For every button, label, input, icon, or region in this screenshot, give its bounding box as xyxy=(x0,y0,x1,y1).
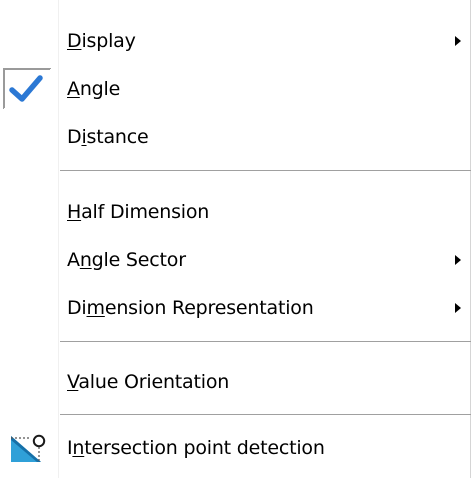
menu-item-angle-sector-label: Angle Sector xyxy=(67,249,186,271)
menu-separator xyxy=(60,170,471,171)
menu-item-half-dimension-label: Half Dimension xyxy=(67,201,210,223)
checkmark-icon xyxy=(3,68,52,110)
menu-item-intersection-point-detection[interactable]: Intersection point detection xyxy=(0,425,471,471)
menu-item-intersection-point-detection-label: Intersection point detection xyxy=(67,437,325,459)
menu-item-dimension-representation-label: Dimension Representation xyxy=(67,297,314,319)
submenu-arrow-icon xyxy=(455,36,461,46)
context-menu: Display Angle Distance Half Dimension An… xyxy=(0,0,471,478)
menu-item-dimension-representation[interactable]: Dimension Representation xyxy=(0,285,471,331)
menu-item-value-orientation[interactable]: Value Orientation xyxy=(0,359,471,405)
submenu-arrow-icon xyxy=(455,255,461,265)
menu-item-distance-label: Distance xyxy=(67,126,149,148)
intersection-point-icon xyxy=(11,434,46,462)
menu-item-display[interactable]: Display xyxy=(0,18,471,64)
submenu-arrow-icon xyxy=(455,303,461,313)
menu-item-angle[interactable]: Angle xyxy=(0,66,471,112)
menu-item-distance[interactable]: Distance xyxy=(0,114,471,160)
menu-separator xyxy=(60,341,471,342)
menu-item-half-dimension[interactable]: Half Dimension xyxy=(0,189,471,235)
menu-separator xyxy=(60,414,471,415)
menu-item-angle-label: Angle xyxy=(67,78,121,100)
menu-item-value-orientation-label: Value Orientation xyxy=(67,371,230,393)
menu-item-angle-sector[interactable]: Angle Sector xyxy=(0,237,471,283)
menu-item-display-label: Display xyxy=(67,30,136,52)
